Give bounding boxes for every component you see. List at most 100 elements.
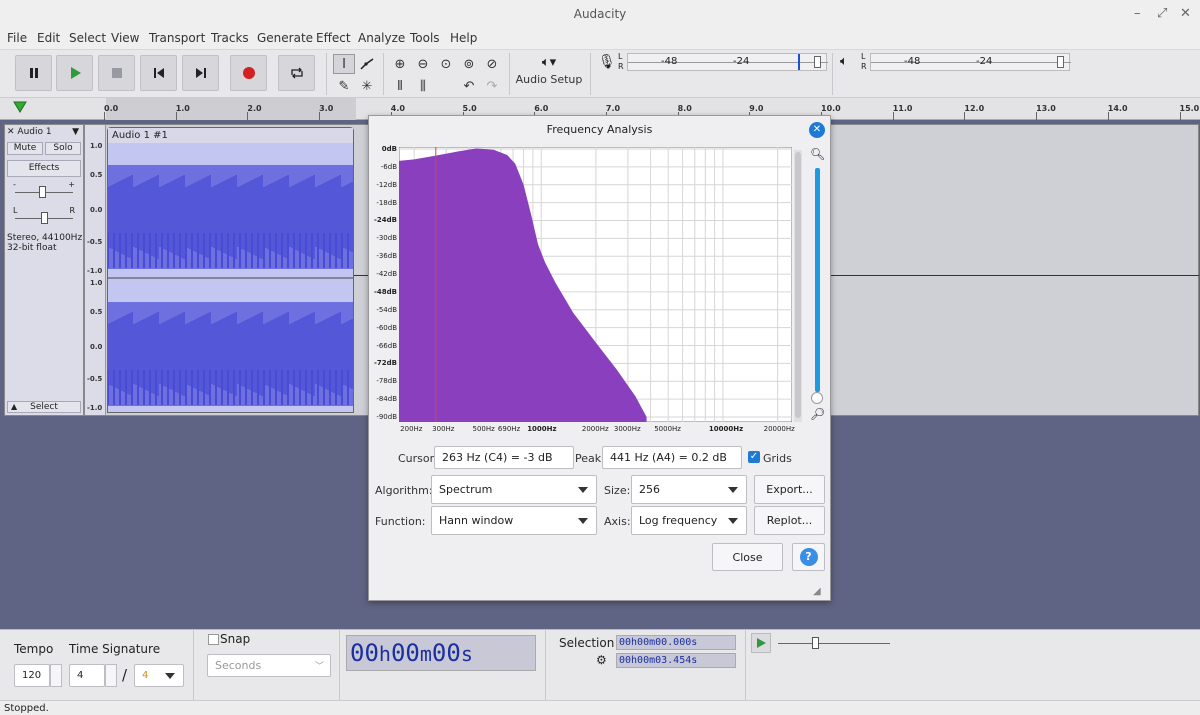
ruler-tick-mark [319, 112, 321, 120]
fit-project-icon[interactable]: ⊚ [458, 54, 480, 74]
snap-checkbox[interactable] [208, 634, 219, 645]
vertical-scale[interactable]: 1.0 0.5 0.0 -0.5 -1.0 1.0 0.5 0.0 -0.5 -… [85, 125, 106, 415]
menu-analyze[interactable]: Analyze [358, 31, 405, 45]
stop-button[interactable] [98, 55, 135, 91]
zoom-in-icon[interactable]: ⊕ [389, 54, 411, 74]
record-meter[interactable]: -48 -24 [627, 53, 828, 71]
spectrum-plot[interactable] [399, 147, 792, 422]
time-seconds: 00 [431, 639, 461, 667]
select-track-button[interactable]: ▲ Select [7, 401, 81, 413]
zoom-slider[interactable] [815, 168, 820, 392]
play-button[interactable] [56, 55, 93, 91]
menu-generate[interactable]: Generate [257, 31, 313, 45]
size-select[interactable]: 256 [631, 475, 747, 504]
undo-icon[interactable]: ↶ [458, 76, 480, 96]
menu-file[interactable]: File [7, 31, 27, 45]
hz-label: 2000Hz [581, 425, 609, 433]
menu-effect[interactable]: Effect [316, 31, 351, 45]
dialog-close-icon[interactable]: ✕ [809, 122, 825, 138]
grids-checkbox[interactable]: ✓ [748, 451, 760, 463]
selection-start[interactable]: 00h00m00.000s [616, 635, 736, 650]
collapse-icon[interactable]: ▲ [11, 402, 17, 412]
trim-outside-icon[interactable]: ⫴ [389, 76, 411, 96]
rec-channel-l: L [618, 52, 623, 61]
loop-button[interactable] [278, 55, 315, 91]
snap-unit-select[interactable]: Seconds ﹀ [207, 654, 331, 677]
draw-tool-icon[interactable]: ✎ [333, 76, 355, 96]
menu-tracks[interactable]: Tracks [211, 31, 249, 45]
track-header[interactable]: ✕ Audio 1 ▼ [7, 127, 81, 140]
playback-speed-slider[interactable] [778, 635, 892, 651]
menu-tools[interactable]: Tools [410, 31, 440, 45]
minimize-icon[interactable]: – [1134, 0, 1141, 28]
pause-button[interactable] [15, 55, 52, 91]
resize-grip-icon[interactable]: ◢ [813, 586, 821, 597]
play-meter-channels: L R [861, 52, 867, 72]
redo-icon[interactable]: ↷ [481, 76, 503, 96]
tempo-stepper[interactable] [50, 664, 62, 687]
zoom-toggle-icon[interactable]: ⊘ [481, 54, 503, 74]
scrollbar-thumb[interactable] [795, 152, 801, 418]
tempo-input[interactable]: 120 [14, 664, 50, 687]
settings-gear-icon[interactable]: ⚙ [596, 653, 607, 667]
export-button[interactable]: Export... [754, 475, 825, 504]
gain-slider[interactable]: - + [13, 180, 75, 200]
menu-transport[interactable]: Transport [149, 31, 205, 45]
zoom-in-dialog-icon[interactable]: 🔍︎ [810, 147, 825, 161]
skip-start-button[interactable] [140, 55, 177, 91]
track-menu-icon[interactable]: ▼ [72, 127, 79, 137]
playback-speaker-icon[interactable]: 🔈︎ [840, 54, 848, 69]
plot-scrollbar[interactable] [794, 150, 802, 422]
maximize-icon[interactable]: ⤢ [1157, 0, 1167, 28]
pan-thumb[interactable] [41, 212, 48, 224]
gain-thumb[interactable] [39, 186, 46, 198]
close-button[interactable]: Close [712, 543, 783, 571]
rec-level-slider[interactable] [814, 56, 821, 68]
axis-select[interactable]: Log frequency [631, 506, 747, 535]
menu-edit[interactable]: Edit [37, 31, 60, 45]
menu-help[interactable]: Help [450, 31, 477, 45]
peak-field[interactable]: 441 Hz (A4) = 0.2 dB [602, 446, 742, 469]
microphone-icon[interactable]: 🎙︎ [598, 54, 616, 70]
close-window-icon[interactable]: ✕ [1180, 0, 1191, 28]
time-display[interactable]: 00h00m00s [346, 635, 536, 671]
envelope-tool-icon[interactable] [356, 54, 378, 74]
play-head-icon[interactable] [13, 101, 27, 116]
algorithm-select[interactable]: Spectrum [431, 475, 597, 504]
numerator-stepper[interactable] [105, 664, 117, 687]
silence-selection-icon[interactable]: ⫼ [412, 76, 434, 96]
speed-thumb[interactable] [812, 637, 819, 649]
zoom-out-icon[interactable]: ⊖ [412, 54, 434, 74]
effects-button[interactable]: Effects [7, 160, 81, 177]
play-at-speed-button[interactable] [751, 633, 771, 653]
replot-button[interactable]: Replot... [754, 506, 825, 535]
scale-label: 0.5 [90, 171, 103, 179]
playback-meter[interactable]: -48 -24 [870, 53, 1071, 71]
time-sig-numerator[interactable]: 4 [69, 664, 105, 687]
record-button[interactable] [230, 55, 267, 91]
menu-select[interactable]: Select [69, 31, 106, 45]
pan-slider[interactable]: L R [13, 206, 75, 226]
multi-tool-icon[interactable]: ✳ [356, 76, 378, 96]
db-label: -24dB [374, 216, 397, 225]
menu-view[interactable]: View [111, 31, 139, 45]
audio-setup-button[interactable]: 🔈︎▾ Audio Setup [514, 53, 584, 95]
function-select[interactable]: Hann window [431, 506, 597, 535]
selection-tool-icon[interactable]: I [333, 54, 355, 74]
mute-button[interactable]: Mute [7, 142, 43, 155]
skip-end-button[interactable] [182, 55, 219, 91]
time-signature-label: Time Signature [69, 642, 161, 656]
cursor-field[interactable]: 263 Hz (C4) = -3 dB [434, 446, 574, 469]
solo-button[interactable]: Solo [45, 142, 81, 155]
play-level-slider[interactable] [1057, 56, 1064, 68]
zoom-slider-thumb[interactable] [811, 392, 823, 404]
time-sig-denominator[interactable]: 4 [134, 664, 184, 687]
clip-title[interactable]: Audio 1 #1 [108, 128, 353, 143]
close-track-icon[interactable]: ✕ [7, 127, 15, 137]
help-button[interactable]: ? [792, 543, 825, 571]
audio-clip[interactable]: Audio 1 #1 [107, 127, 354, 413]
zoom-out-dialog-icon[interactable]: 🔎︎ [810, 407, 825, 421]
selection-end[interactable]: 00h00m03.454s [616, 653, 736, 668]
rec-meter-marker [798, 54, 800, 70]
fit-selection-icon[interactable]: ⊙ [435, 54, 457, 74]
